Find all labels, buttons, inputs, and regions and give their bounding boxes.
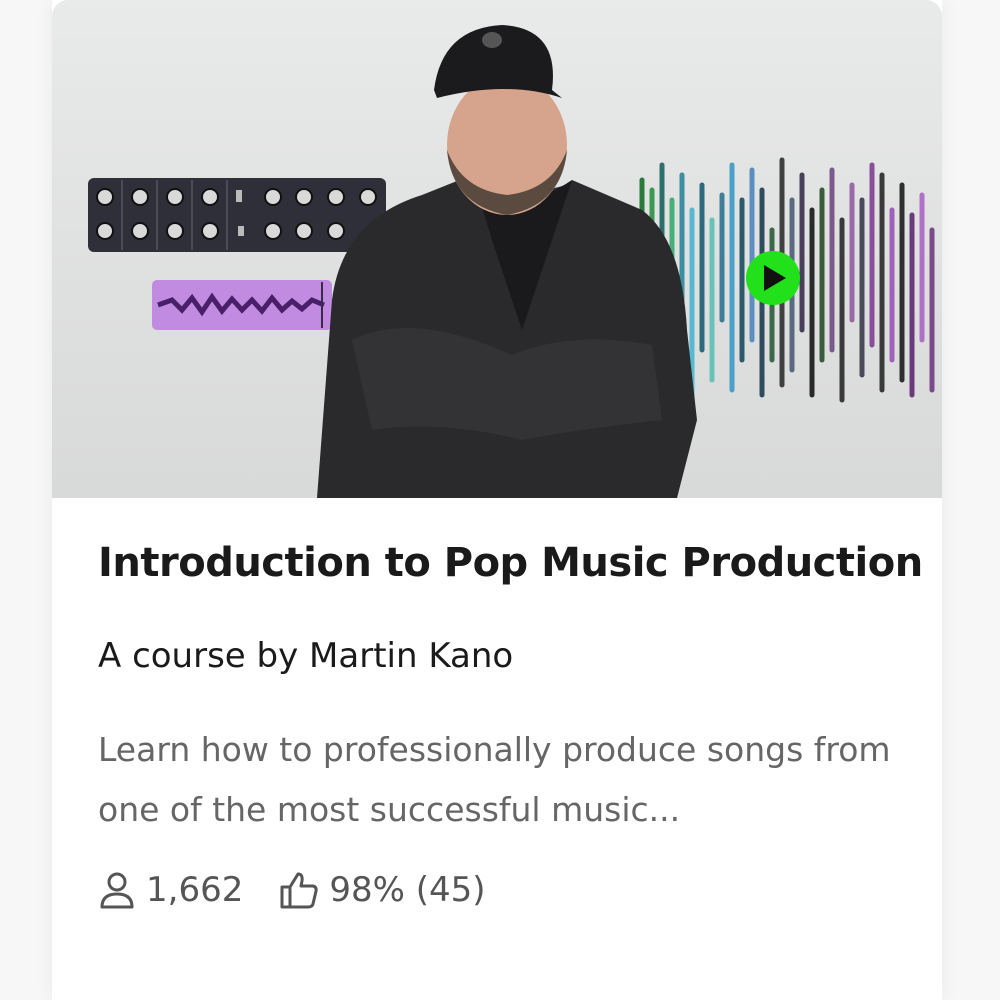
course-description: Learn how to professionally produce song… [98,730,891,829]
course-card[interactable]: Introduction to Pop Music Production A c… [52,0,942,1000]
course-title[interactable]: Introduction to Pop Music Production [98,540,923,586]
play-icon [746,251,800,305]
instructor-photo [317,25,697,498]
mixer-panel-graphic [88,178,386,252]
rating-stat: 98% (45) [279,870,486,910]
rating-value: 98% (45) [329,870,486,910]
students-count: 1,662 [146,870,244,910]
students-stat: 1,662 [98,870,243,910]
course-author[interactable]: A course by Martin Kano [98,636,918,676]
audio-clip-graphic [152,280,332,330]
course-stats: 1,662 98% (45) [98,862,522,918]
thumbs-up-icon [280,872,319,909]
cover-illustration [88,25,935,498]
user-icon [100,872,134,909]
course-cover-image[interactable] [52,0,942,498]
